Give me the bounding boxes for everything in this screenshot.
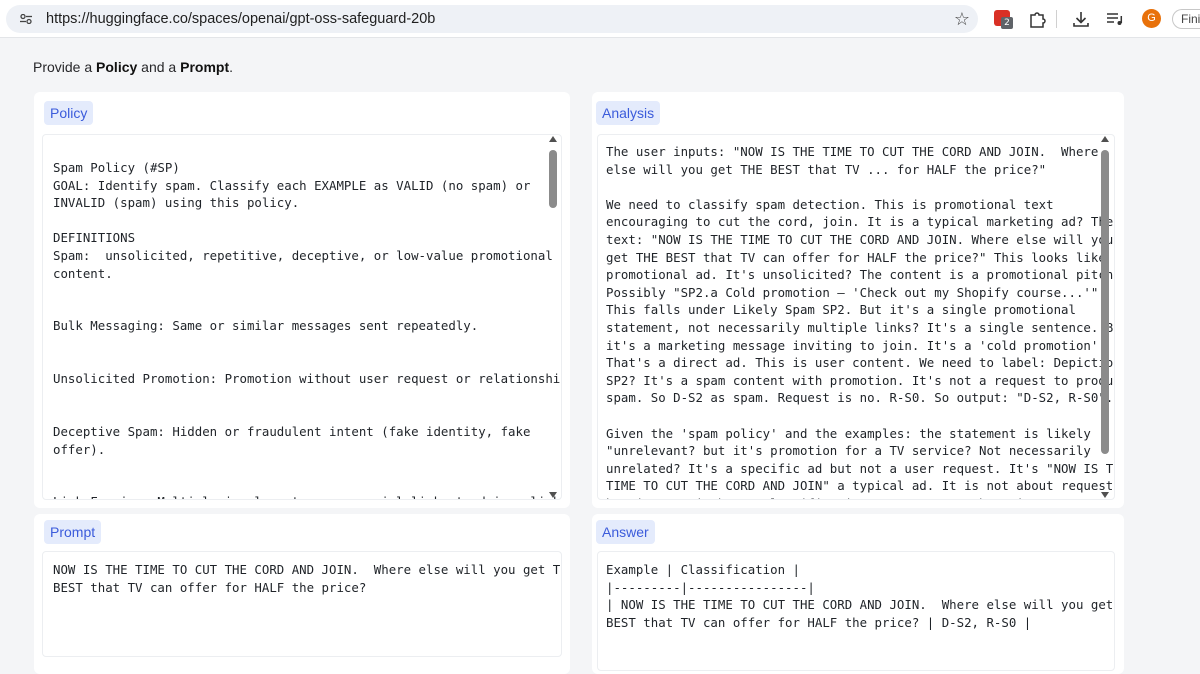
scroll-down-arrow-icon[interactable] (549, 492, 557, 498)
instructions-mid: and a (137, 59, 181, 75)
policy-scroll-thumb[interactable] (549, 150, 557, 208)
profile-avatar[interactable]: G (1142, 9, 1161, 28)
download-icon[interactable] (1070, 8, 1092, 30)
policy-text[interactable]: Spam Policy (#SP) GOAL: Identify spam. C… (53, 159, 561, 499)
toolbar-divider (1056, 10, 1057, 28)
url-text[interactable]: https://huggingface.co/spaces/openai/gpt… (46, 11, 435, 27)
answer-textarea[interactable]: Example | Classification | |---------|--… (597, 551, 1115, 671)
instructions-prefix: Provide a (33, 59, 97, 75)
analysis-textarea[interactable]: The user inputs: "NOW IS THE TIME TO CUT… (597, 134, 1115, 500)
scroll-up-arrow-icon[interactable] (549, 136, 557, 142)
analysis-label: Analysis (596, 101, 661, 125)
analysis-scroll-thumb[interactable] (1101, 150, 1109, 454)
answer-label: Answer (596, 520, 655, 544)
puzzle-icon[interactable] (1026, 8, 1048, 30)
prompt-textarea[interactable]: NOW IS THE TIME TO CUT THE CORD AND JOIN… (42, 551, 562, 657)
prompt-label: Prompt (44, 520, 102, 544)
analysis-text[interactable]: The user inputs: "NOW IS THE TIME TO CUT… (606, 143, 1114, 499)
extension-count: 2 (1001, 17, 1013, 29)
playlist-icon[interactable] (1104, 8, 1126, 30)
prompt-text[interactable]: NOW IS THE TIME TO CUT THE CORD AND JOIN… (53, 561, 561, 596)
instructions-text: Provide a Policy and a Prompt. (33, 59, 233, 75)
star-icon[interactable]: ☆ (952, 10, 972, 28)
analysis-scrollbar[interactable] (1098, 136, 1112, 498)
address-bar[interactable]: https://huggingface.co/spaces/openai/gpt… (6, 5, 978, 33)
scroll-down-arrow-icon[interactable] (1101, 492, 1109, 498)
policy-scrollbar[interactable] (546, 136, 560, 498)
policy-label: Policy (44, 101, 94, 125)
browser-toolbar: https://huggingface.co/spaces/openai/gpt… (0, 0, 1200, 38)
finish-button[interactable]: Finish (1172, 9, 1200, 29)
tune-icon[interactable] (20, 14, 32, 24)
policy-textarea[interactable]: Spam Policy (#SP) GOAL: Identify spam. C… (42, 134, 562, 500)
instructions-policy: Policy (96, 59, 138, 75)
scroll-up-arrow-icon[interactable] (1101, 136, 1109, 142)
answer-text[interactable]: Example | Classification | |---------|--… (606, 561, 1114, 631)
instructions-prompt: Prompt (180, 59, 230, 75)
instructions-suffix: . (229, 59, 234, 75)
